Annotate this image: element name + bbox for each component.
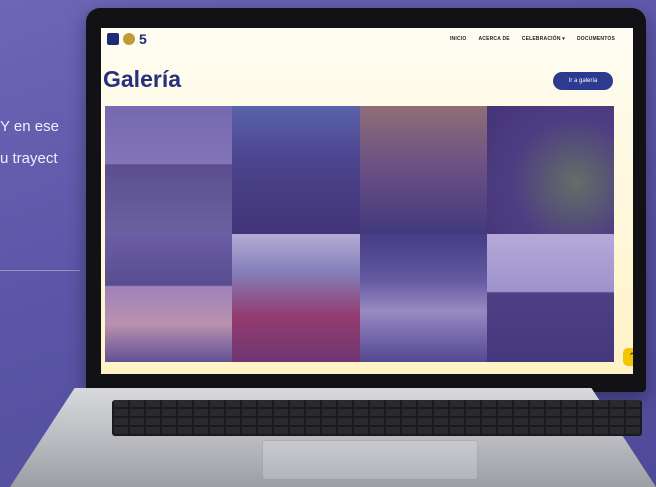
gallery-photo-8[interactable] bbox=[486, 234, 614, 362]
gallery-photo-2[interactable] bbox=[232, 106, 360, 234]
nav-link-documentos[interactable]: DOCUMENTOS bbox=[577, 36, 615, 42]
gallery-photo-3[interactable] bbox=[359, 106, 487, 234]
background-text-line-2: u trayect bbox=[0, 150, 58, 167]
gallery-photo-1[interactable] bbox=[105, 106, 233, 234]
anniversary-logo: 5 bbox=[139, 31, 147, 47]
gallery-photo-7[interactable] bbox=[359, 234, 487, 362]
gallery-photo-6[interactable] bbox=[232, 234, 360, 362]
photo-gallery bbox=[105, 106, 614, 362]
nav-links: INICIO ACERCA DE CELEBRACIÓN ▾ DOCUMENTO… bbox=[450, 36, 615, 42]
laptop-keyboard bbox=[112, 400, 642, 436]
chevron-up-icon: ⌃ bbox=[628, 352, 633, 362]
institution-logo-icon bbox=[123, 33, 135, 45]
logo-group[interactable]: 5 bbox=[107, 31, 147, 47]
gallery-button[interactable]: Ir a galería bbox=[553, 72, 613, 90]
nav-link-inicio[interactable]: INICIO bbox=[450, 36, 466, 42]
unam-logo-icon bbox=[107, 33, 119, 45]
laptop-trackpad bbox=[262, 440, 478, 480]
background-divider bbox=[0, 270, 80, 271]
page-title: Galería bbox=[103, 66, 181, 92]
top-navigation: 5 INICIO ACERCA DE CELEBRACIÓN ▾ DOCUMEN… bbox=[101, 28, 633, 50]
scroll-to-top-button[interactable]: ⌃ bbox=[623, 348, 633, 366]
nav-link-celebracion[interactable]: CELEBRACIÓN ▾ bbox=[522, 36, 565, 42]
gallery-photo-4[interactable] bbox=[486, 106, 614, 234]
laptop-screen: 5 INICIO ACERCA DE CELEBRACIÓN ▾ DOCUMEN… bbox=[101, 28, 633, 374]
nav-link-acerca-de[interactable]: ACERCA DE bbox=[478, 36, 509, 42]
background-text-line-1: Y en ese bbox=[0, 118, 59, 135]
gallery-photo-5[interactable] bbox=[105, 234, 233, 362]
